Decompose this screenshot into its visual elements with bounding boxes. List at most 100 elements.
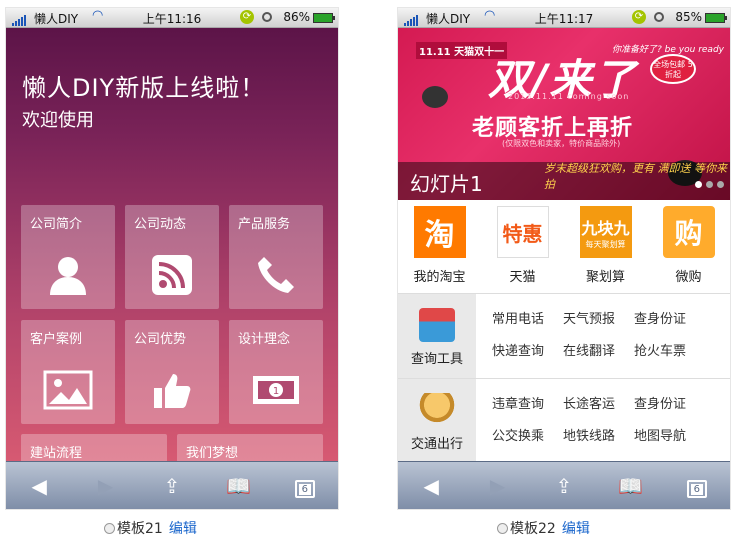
section-side[interactable]: 查询工具	[398, 294, 476, 379]
forward-icon[interactable]: ▶	[72, 474, 138, 498]
tile-products[interactable]: 产品服务	[229, 205, 323, 309]
status-bar: 懒人DIY ◠ 上午11:17 ⟳ 85%	[398, 8, 730, 28]
status-bar: 懒人DIY ◠ 上午11:16 ⟳ 86%	[6, 8, 338, 28]
link-violations[interactable]: 违章查询	[492, 393, 544, 412]
link-id-card[interactable]: 查身份证	[634, 393, 686, 412]
link-map-nav[interactable]: 地图导航	[634, 425, 686, 444]
battery-icon	[705, 13, 727, 23]
link-common-phones[interactable]: 常用电话	[492, 308, 544, 327]
bookmarks-icon[interactable]: 📖	[597, 474, 663, 498]
back-icon[interactable]: ◀	[6, 474, 72, 498]
tile-label: 产品服务	[238, 217, 291, 232]
cupcake-icon	[419, 393, 455, 427]
section-links: 违章查询 长途客运 查身份证 公交换乘 地铁线路 地图导航	[476, 379, 730, 464]
svg-text:1: 1	[273, 386, 279, 397]
slide-dots[interactable]	[695, 181, 724, 188]
tile-label: 公司优势	[134, 332, 187, 347]
section-transport: 交通出行 违章查询 长途客运 查身份证 公交换乘 地铁线路 地图导航	[398, 378, 730, 464]
juhuasuan-sub: 每天聚划算	[585, 239, 626, 249]
tile-company-intro[interactable]: 公司简介	[21, 205, 115, 309]
sync-icon: ⟳	[240, 10, 254, 24]
share-icon[interactable]: ⇪	[139, 474, 205, 498]
template-22-caption: 模板22 编辑	[497, 518, 590, 538]
section-title: 交通出行	[410, 437, 463, 452]
section-side[interactable]: 交通出行	[398, 379, 476, 464]
juhuasuan-icon: 九块九 每天聚划算	[579, 206, 632, 258]
user-icon	[50, 257, 86, 295]
tile-label: 设计理念	[238, 332, 291, 347]
phone-icon	[258, 257, 294, 293]
banner-badge: 全场包邮 5折起	[650, 54, 696, 84]
app-icons-row: 淘 我的淘宝 特惠 天猫 九块九 每天聚划算 聚划算 购 微购	[398, 200, 730, 292]
edit-link[interactable]: 编辑	[562, 521, 590, 537]
slideshow-banner[interactable]: 11.11 天猫双十一 双/来了 2013.11.11 coming soon …	[398, 28, 730, 200]
tabs-icon[interactable]: 6	[272, 473, 338, 498]
thumbs-up-icon	[154, 374, 191, 408]
app-my-taobao[interactable]: 淘 我的淘宝	[398, 200, 481, 292]
alarm-icon	[262, 12, 272, 22]
tile-label: 建站流程	[30, 446, 83, 461]
template-21-caption: 模板21 编辑	[104, 518, 197, 538]
link-translate[interactable]: 在线翻译	[563, 340, 615, 359]
sync-icon: ⟳	[632, 10, 646, 24]
hero-title: 懒人DIY新版上线啦！	[22, 74, 266, 102]
banner-note: (仅限双色和卖家，特价商品除外)	[502, 139, 621, 148]
forward-icon[interactable]: ▶	[464, 474, 530, 498]
tile-label: 客户案例	[30, 332, 83, 347]
edit-link[interactable]: 编辑	[169, 521, 197, 537]
select-radio[interactable]	[104, 523, 115, 534]
tile-label: 公司简介	[30, 217, 83, 232]
taobao-icon: 淘	[413, 206, 466, 258]
shop-icon	[419, 308, 455, 342]
battery-percent: 86%	[283, 10, 310, 24]
phone-template-21: 懒人DIY ◠ 上午11:16 ⟳ 86% 懒人DIY新版上线啦！ 欢迎使用 公…	[5, 7, 339, 510]
link-coach[interactable]: 长途客运	[563, 393, 615, 412]
select-radio[interactable]	[497, 523, 508, 534]
browser-toolbar: ◀ ▶ ⇪ 📖 6	[398, 461, 730, 509]
phone-template-22: 懒人DIY ◠ 上午11:17 ⟳ 85% 11.11 天猫双十一 双/来了 2…	[397, 7, 731, 510]
section-links: 常用电话 天气预报 查身份证 快递查询 在线翻译 抢火车票	[476, 294, 730, 379]
back-icon[interactable]: ◀	[398, 474, 464, 498]
tabs-icon[interactable]: 6	[664, 473, 730, 498]
tile-label: 我们梦想	[186, 446, 239, 461]
slide-caption-bar: 岁末超级狂欢购，更有 满即送 等你来拍 幻灯片1	[398, 162, 730, 200]
app-juhuasuan[interactable]: 九块九 每天聚划算 聚划算	[564, 200, 647, 292]
link-id-card[interactable]: 查身份证	[634, 308, 686, 327]
link-express[interactable]: 快递查询	[492, 340, 544, 359]
share-icon[interactable]: ⇪	[531, 474, 597, 498]
tile-company-news[interactable]: 公司动态	[125, 205, 219, 309]
app-tmall[interactable]: 特惠 天猫	[481, 200, 564, 292]
bookmarks-icon[interactable]: 📖	[205, 474, 271, 498]
image-icon	[43, 370, 93, 410]
juhuasuan-glyph: 九块九	[581, 218, 630, 238]
tile-design-concept[interactable]: 设计理念 1	[229, 320, 323, 424]
banner-date: 2013.11.11 coming soon	[508, 92, 630, 101]
tile-label: 公司动态	[134, 217, 187, 232]
shopping-bag-icon: 购	[662, 206, 715, 258]
rss-icon	[152, 255, 192, 295]
alarm-icon	[654, 12, 664, 22]
slide-caption: 幻灯片1	[410, 172, 483, 196]
link-subway[interactable]: 地铁线路	[563, 425, 615, 444]
battery-percent: 85%	[675, 10, 702, 24]
tile-cases[interactable]: 客户案例	[21, 320, 115, 424]
tile-advantages[interactable]: 公司优势	[125, 320, 219, 424]
banner-small-text: 你准备好了? be you ready	[612, 45, 724, 55]
hero-subtitle: 欢迎使用	[22, 110, 94, 131]
app-label: 聚划算	[585, 270, 625, 285]
battery-icon	[313, 13, 335, 23]
section-query-tools: 查询工具 常用电话 天气预报 查身份证 快递查询 在线翻译 抢火车票	[398, 293, 730, 379]
money-icon: 1	[253, 376, 299, 404]
app-label: 天猫	[509, 270, 536, 285]
link-bus-transfer[interactable]: 公交换乘	[492, 425, 544, 444]
browser-toolbar: ◀ ▶ ⇪ 📖 6	[6, 461, 338, 509]
section-title: 查询工具	[410, 352, 463, 367]
template-name: 模板22	[510, 521, 556, 537]
app-weigou[interactable]: 购 微购	[647, 200, 730, 292]
tmall-icon: 特惠	[496, 206, 549, 258]
tmall-cat-icon	[422, 86, 448, 108]
link-train-tickets[interactable]: 抢火车票	[634, 340, 686, 359]
link-weather[interactable]: 天气预报	[563, 308, 615, 327]
app-label: 我的淘宝	[413, 270, 466, 285]
app-label: 微购	[675, 270, 702, 285]
